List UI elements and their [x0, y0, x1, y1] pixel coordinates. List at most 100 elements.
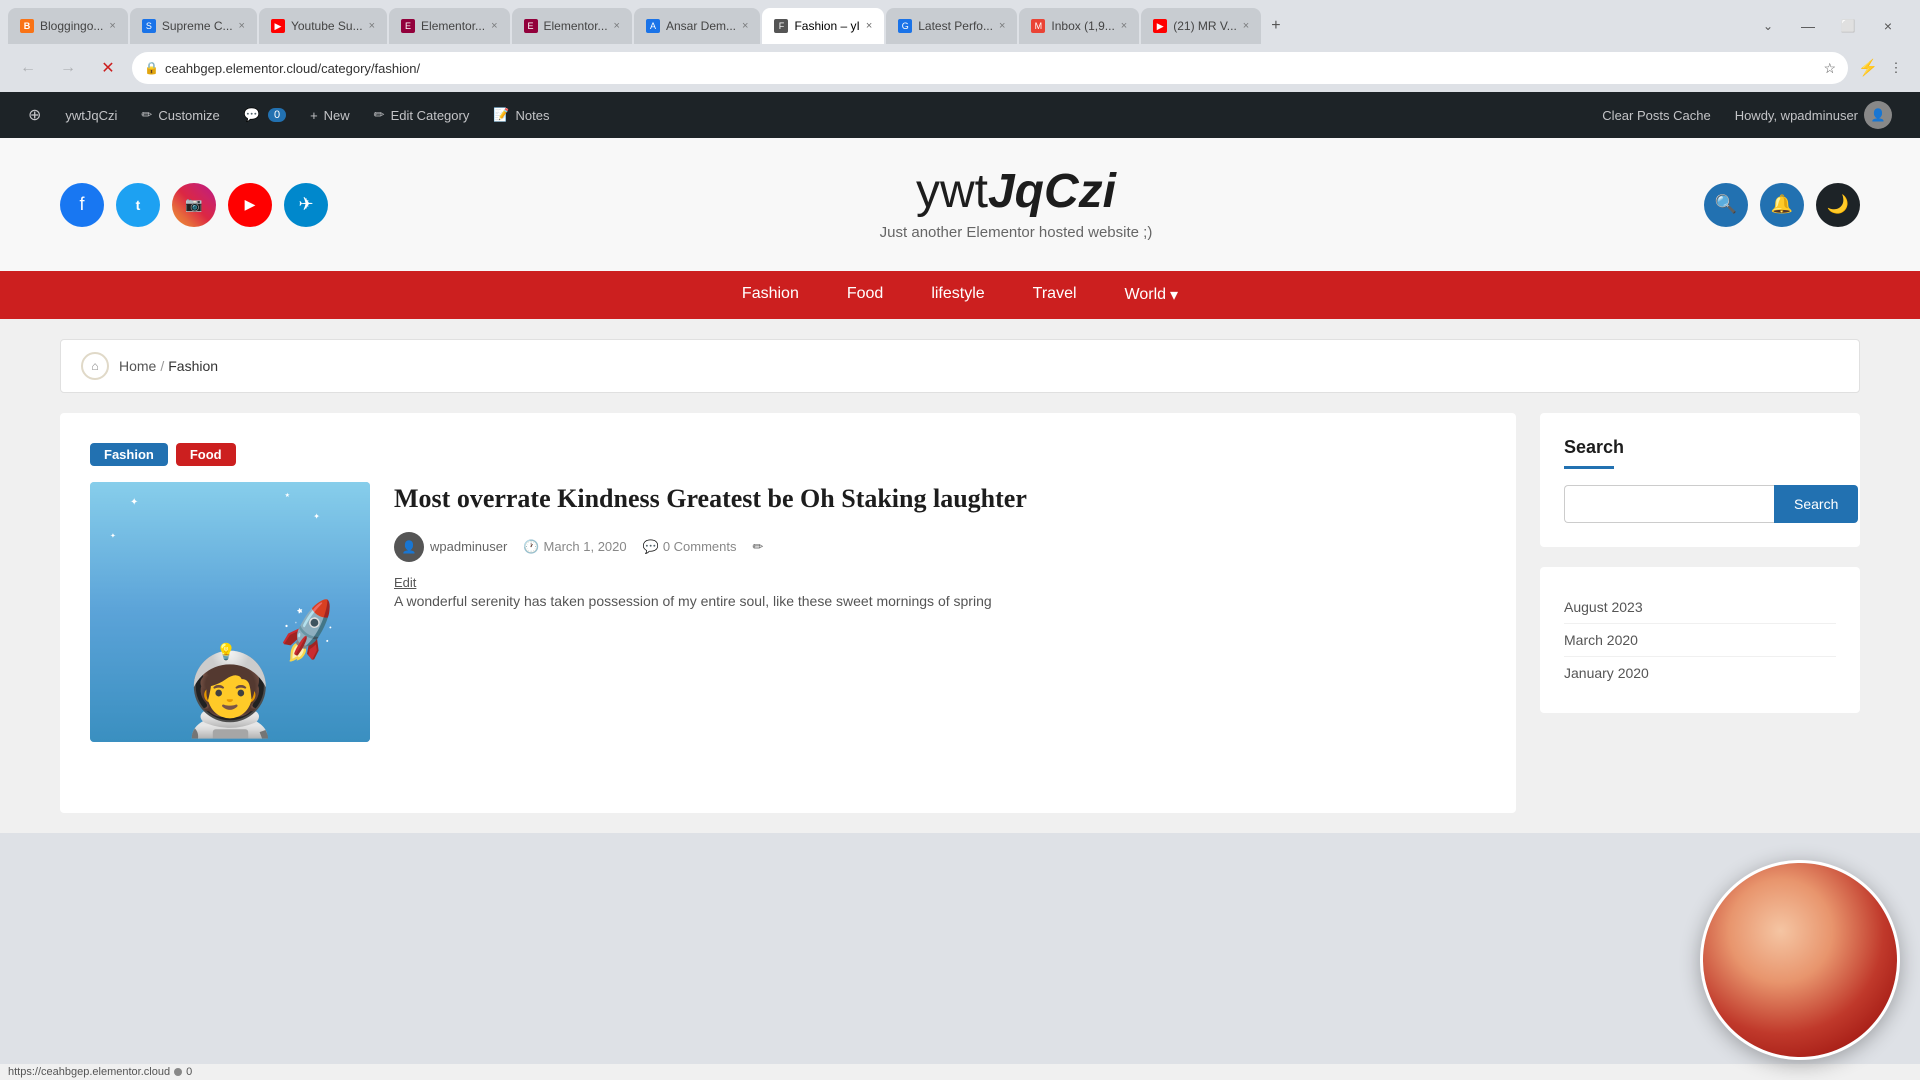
post-author: 👤 wpadminuser: [394, 532, 507, 562]
close-button[interactable]: ×: [1872, 10, 1904, 42]
notes-icon: 📝: [493, 107, 509, 123]
tab-bloggingo[interactable]: B Bloggingo... ×: [8, 8, 128, 44]
tab-close-icon[interactable]: ×: [239, 20, 245, 32]
wp-logo-item[interactable]: ⊕: [16, 92, 53, 138]
reload-button[interactable]: ✕: [92, 52, 124, 84]
tab-mr-v[interactable]: ▶ (21) MR V... ×: [1141, 8, 1261, 44]
wp-notes-item[interactable]: 📝 Notes: [481, 92, 561, 138]
nav-item-lifestyle[interactable]: lifestyle: [907, 271, 1008, 319]
search-input[interactable]: [1564, 485, 1774, 523]
tab-close-icon[interactable]: ×: [1243, 20, 1249, 32]
facebook-icon[interactable]: f: [60, 183, 104, 227]
nav-menu: Fashion Food lifestyle Travel: [718, 271, 1202, 319]
nav-link-food[interactable]: Food: [823, 271, 907, 317]
search-widget: Search Search: [1540, 413, 1860, 547]
archives-widget: August 2023 March 2020 January 2020: [1540, 567, 1860, 713]
search-row: Search: [1564, 485, 1836, 523]
nav-label-lifestyle: lifestyle: [931, 285, 984, 303]
nav-item-world[interactable]: World ▾: [1101, 271, 1203, 319]
breadcrumb-home-link[interactable]: Home: [119, 358, 156, 374]
tab-fashion[interactable]: F Fashion – yI ×: [762, 8, 884, 44]
wp-admin-bar-right: Clear Posts Cache Howdy, wpadminuser 👤: [1590, 92, 1904, 138]
notification-icon[interactable]: 🔔: [1760, 183, 1804, 227]
search-widget-title: Search: [1564, 437, 1836, 458]
wp-customize-item[interactable]: ✏ Customize: [129, 92, 231, 138]
settings-icon[interactable]: ⋮: [1884, 56, 1908, 80]
nav-item-food[interactable]: Food: [823, 271, 907, 319]
archive-item-aug2023[interactable]: August 2023: [1564, 591, 1836, 624]
search-button[interactable]: Search: [1774, 485, 1858, 523]
clear-cache-label: Clear Posts Cache: [1602, 108, 1710, 123]
tab-label: Elementor...: [544, 19, 608, 33]
address-bar[interactable]: 🔒 ceahbgep.elementor.cloud/category/fash…: [132, 52, 1848, 84]
lightbulb-icon: 💡: [216, 642, 236, 662]
wp-logo-icon: ⊕: [28, 105, 41, 125]
tab-close-icon[interactable]: ×: [999, 20, 1005, 32]
back-button[interactable]: ←: [12, 52, 44, 84]
customize-icon: ✏: [141, 107, 152, 123]
restore-button[interactable]: ⬜: [1832, 10, 1864, 42]
tab-label: (21) MR V...: [1173, 19, 1237, 33]
tab-favicon: G: [898, 19, 912, 33]
tab-close-icon[interactable]: ×: [742, 20, 748, 32]
wp-site-name-item[interactable]: ywtJqCzi: [53, 92, 129, 138]
tab-close-icon[interactable]: ×: [109, 20, 115, 32]
tab-elementor1[interactable]: E Elementor... ×: [389, 8, 509, 44]
nav-link-fashion[interactable]: Fashion: [718, 271, 823, 317]
new-tab-button[interactable]: +: [1263, 13, 1288, 39]
tab-close-icon[interactable]: ×: [369, 20, 375, 32]
tab-close-icon[interactable]: ×: [866, 20, 872, 32]
youtube-icon[interactable]: ▶: [228, 183, 272, 227]
tab-supreme[interactable]: S Supreme C... ×: [130, 8, 257, 44]
tab-elementor2[interactable]: E Elementor... ×: [512, 8, 632, 44]
nav-item-fashion[interactable]: Fashion: [718, 271, 823, 319]
post-image-placeholder: ✦ ✦ ★ ✦ 🚀 🧑‍🚀 💡: [90, 482, 370, 742]
tab-close-icon[interactable]: ×: [614, 20, 620, 32]
nav-link-lifestyle[interactable]: lifestyle: [907, 271, 1008, 317]
twitter-icon[interactable]: t: [116, 183, 160, 227]
site-tagline: Just another Elementor hosted website ;): [880, 224, 1153, 241]
extensions-icon[interactable]: ⚡: [1856, 56, 1880, 80]
howdy-item[interactable]: Howdy, wpadminuser 👤: [1723, 92, 1904, 138]
address-bar-row: ← → ✕ 🔒 ceahbgep.elementor.cloud/categor…: [0, 44, 1920, 92]
archive-item-mar2020[interactable]: March 2020: [1564, 624, 1836, 657]
nav-link-world[interactable]: World ▾: [1101, 271, 1203, 319]
search-header-icon[interactable]: 🔍: [1704, 183, 1748, 227]
post-content: ✦ ✦ ★ ✦ 🚀 🧑‍🚀 💡: [90, 482, 1486, 742]
forward-button[interactable]: →: [52, 52, 84, 84]
customize-label: Customize: [158, 108, 219, 123]
header-right-icons: 🔍 🔔 🌙: [1704, 183, 1860, 227]
minimize-button[interactable]: —: [1792, 10, 1824, 42]
tag-food[interactable]: Food: [176, 443, 236, 466]
wp-comments-item[interactable]: 💬 0: [232, 92, 298, 138]
instagram-icon[interactable]: 📷: [172, 183, 216, 227]
main-layout: Fashion Food ✦ ✦ ★: [60, 413, 1860, 813]
sidebar: Search Search August 2023 March 2020 Jan…: [1540, 413, 1860, 813]
clear-posts-cache-item[interactable]: Clear Posts Cache: [1590, 92, 1722, 138]
tab-label: Fashion – yI: [794, 19, 859, 33]
tab-favicon: M: [1031, 19, 1045, 33]
post-date: 🕐 March 1, 2020: [523, 539, 626, 555]
dark-mode-icon[interactable]: 🌙: [1816, 183, 1860, 227]
tab-inbox[interactable]: M Inbox (1,9... ×: [1019, 8, 1139, 44]
search-tabs-button[interactable]: ⌄: [1752, 10, 1784, 42]
tab-ansar[interactable]: A Ansar Dem... ×: [634, 8, 760, 44]
edit-category-label: Edit Category: [391, 108, 470, 123]
tab-close-icon[interactable]: ×: [1121, 20, 1127, 32]
tab-latest-perf[interactable]: G Latest Perfo... ×: [886, 8, 1017, 44]
wp-edit-category-item[interactable]: ✏ Edit Category: [362, 92, 482, 138]
edit-post-icon: ✏: [753, 539, 764, 555]
wp-new-item[interactable]: + New: [298, 92, 362, 138]
telegram-icon[interactable]: ✈: [284, 183, 328, 227]
archive-item-jan2020[interactable]: January 2020: [1564, 657, 1836, 689]
tab-close-icon[interactable]: ×: [491, 20, 497, 32]
author-name: wpadminuser: [430, 539, 507, 554]
edit-link[interactable]: Edit: [394, 575, 416, 590]
howdy-label: Howdy, wpadminuser: [1735, 108, 1858, 123]
nav-item-travel[interactable]: Travel: [1009, 271, 1101, 319]
nav-link-travel[interactable]: Travel: [1009, 271, 1101, 317]
tab-youtube[interactable]: ▶ Youtube Su... ×: [259, 8, 387, 44]
tag-fashion[interactable]: Fashion: [90, 443, 168, 466]
nav-label-world: World: [1125, 286, 1167, 304]
bookmark-icon[interactable]: ☆: [1823, 60, 1836, 77]
